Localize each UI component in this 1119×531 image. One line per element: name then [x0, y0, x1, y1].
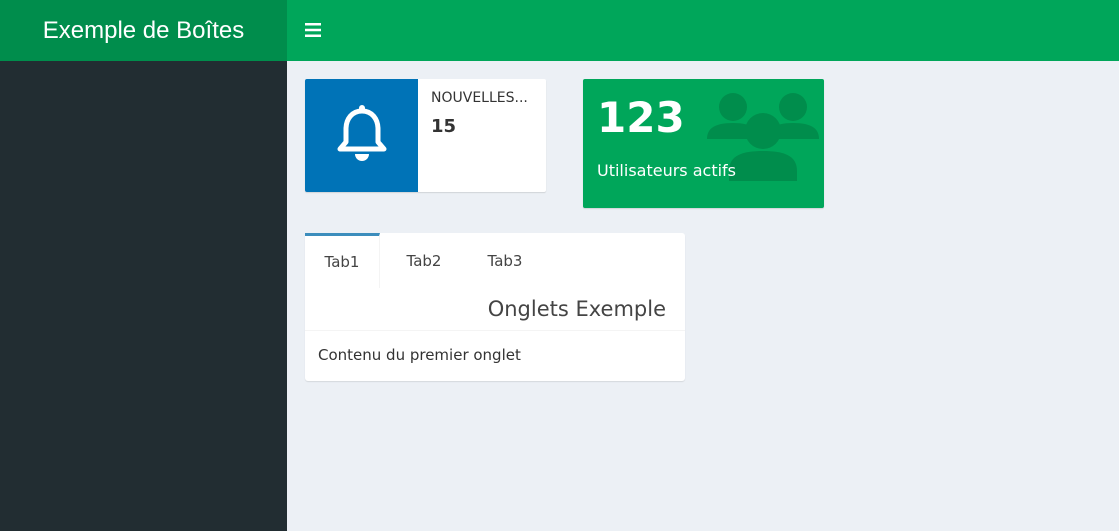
top-navbar [287, 0, 1119, 61]
value-box-number: 123 [597, 93, 685, 142]
app-title: Exemple de Boîtes [42, 16, 245, 44]
hamburger-icon[interactable] [304, 21, 322, 39]
tab-divider [305, 330, 685, 331]
info-box-number: 15 [431, 116, 457, 137]
tab-label: Tab3 [487, 251, 523, 270]
tab-content: Contenu du premier onglet [318, 346, 521, 364]
tab-3[interactable]: Tab3 [473, 233, 537, 288]
tab-box-title: Onglets Exemple [487, 297, 666, 321]
value-box-label: Utilisateurs actifs [597, 161, 737, 180]
bell-icon [337, 104, 386, 161]
tab-2[interactable]: Tab2 [392, 233, 456, 288]
info-box-notifications: NOUVELLES... 15 [305, 79, 546, 192]
tab-box: Tab1 Tab2 Tab3 Onglets Exemple Contenu d… [305, 233, 685, 381]
value-box-active-users: 123 Utilisateurs actifs [583, 79, 824, 208]
sidebar [0, 61, 287, 531]
info-box-text: NOUVELLES... [431, 90, 528, 106]
app-logo[interactable]: Exemple de Boîtes [0, 0, 287, 61]
tab-1[interactable]: Tab1 [305, 233, 380, 288]
tab-label: Tab1 [324, 253, 360, 271]
info-box-icon-area [305, 79, 418, 192]
tab-label: Tab2 [406, 251, 442, 270]
